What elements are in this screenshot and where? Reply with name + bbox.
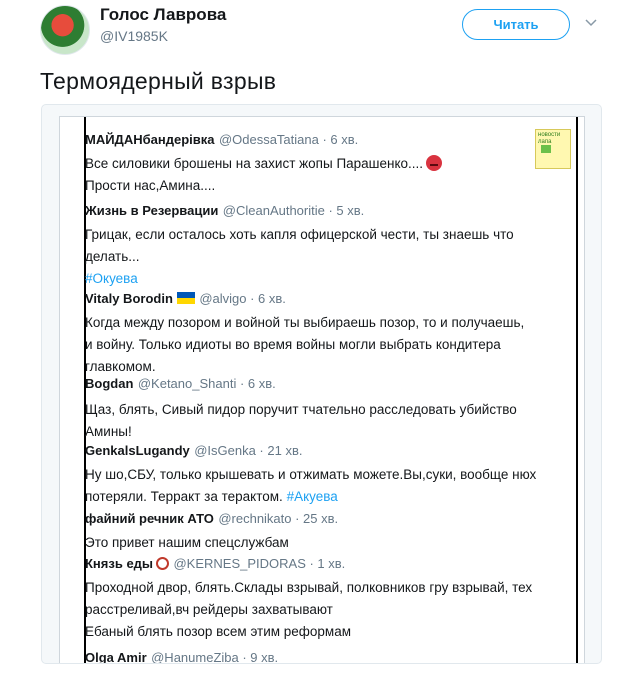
entry-meta: @CleanAuthoritie · 5 хв. bbox=[222, 203, 365, 218]
list-item: GenkalsLugandy @IsGenka · 21 хв. Ну шо,С… bbox=[85, 442, 565, 508]
tweet-media[interactable]: новости лапа МАЙДАНбандерівка @OdessaTat… bbox=[41, 104, 602, 664]
entry-line: Все силовики брошены на захист жопы Пара… bbox=[85, 156, 424, 171]
entry-author: МАЙДАНбандерівка bbox=[85, 132, 215, 147]
entry-author: Vitaly Borodin bbox=[85, 291, 173, 306]
chevron-down-icon[interactable] bbox=[585, 16, 597, 28]
follow-button[interactable]: Читать bbox=[462, 9, 570, 40]
entry-line: Когда между позором и войной ты выбираеш… bbox=[85, 315, 525, 330]
image-border-right bbox=[576, 117, 578, 663]
embedded-screenshot: новости лапа МАЙДАНбандерівка @OdessaTat… bbox=[59, 116, 585, 664]
entry-line: Проходной двор, блять.Склады взрывай, по… bbox=[85, 580, 533, 595]
tweet-header: Голос Лаврова @IV1985K Читать bbox=[0, 0, 637, 60]
hashtag-link[interactable]: #Акуева bbox=[287, 489, 338, 504]
tweet-text: Термоядерный взрыв bbox=[40, 68, 277, 94]
list-item: Olga Amir @HanumeZiba · 9 хв. bbox=[85, 649, 565, 664]
list-item: Жизнь в Резервации @CleanAuthoritie · 5 … bbox=[85, 202, 565, 290]
entry-author: GenkalsLugandy bbox=[85, 443, 190, 458]
entry-meta: @IsGenka · 21 хв. bbox=[194, 443, 303, 458]
entry-meta: @KERNES_PIDORAS · 1 хв. bbox=[173, 556, 346, 571]
entry-author: Князь еды bbox=[85, 556, 154, 571]
list-item: Bogdan @Ketano_Shanti · 6 хв. Щаз, блять… bbox=[85, 375, 565, 443]
entry-line: делать... bbox=[85, 249, 140, 264]
entry-meta: @HanumeZiba · 9 хв. bbox=[151, 650, 279, 664]
entry-meta: @Ketano_Shanti · 6 хв. bbox=[137, 376, 276, 391]
age-badge-icon bbox=[156, 557, 170, 570]
entry-author: файний речник АТО bbox=[85, 511, 214, 526]
entry-author: Bogdan bbox=[85, 376, 134, 391]
list-item: файний речник АТО @rechnikato · 25 хв. Э… bbox=[85, 510, 565, 554]
display-name[interactable]: Голос Лаврова bbox=[100, 5, 226, 25]
entry-line: Это привет нашим спецслужбам bbox=[85, 535, 289, 550]
user-handle[interactable]: @IV1985K bbox=[100, 28, 168, 44]
entry-meta: @alvigo · 6 хв. bbox=[199, 291, 286, 306]
list-item: Vitaly Borodin @alvigo · 6 хв. Когда меж… bbox=[85, 290, 565, 378]
entry-line: Щаз, блять, Сивый пидор поручит тчательн… bbox=[85, 402, 517, 417]
entry-author: Olga Amir bbox=[85, 650, 147, 664]
avatar[interactable] bbox=[40, 5, 90, 55]
ukraine-flag-icon bbox=[176, 292, 195, 304]
angry-face-icon bbox=[426, 155, 443, 171]
entry-author: Жизнь в Резервации bbox=[85, 203, 219, 218]
entry-line: Ебаный блять позор всем этим реформам bbox=[85, 624, 352, 639]
entry-line: и войну. Только идиоты во время войны мо… bbox=[85, 337, 501, 352]
hashtag-link[interactable]: #Окуева bbox=[85, 268, 565, 290]
entry-line: Амины! bbox=[85, 424, 132, 439]
entry-line: Грицак, если осталось хоть капля офицерс… bbox=[85, 227, 514, 242]
entry-line: Прости нас,Амина.... bbox=[85, 178, 216, 193]
entry-meta: @OdessaTatiana · 6 хв. bbox=[218, 132, 359, 147]
entry-meta: @rechnikato · 25 хв. bbox=[218, 511, 339, 526]
entry-line: Ну шо,СБУ, только крышевать и отжимать м… bbox=[85, 467, 537, 482]
entry-line: потеряли. Терракт за терактом. bbox=[85, 489, 283, 504]
list-item: МАЙДАНбандерівка @OdessaTatiana · 6 хв. … bbox=[85, 131, 565, 197]
list-item: Князь еды @KERNES_PIDORAS · 1 хв. Проход… bbox=[85, 555, 565, 643]
entry-line: расстреливай,вч рейдеры захватывают bbox=[85, 602, 333, 617]
